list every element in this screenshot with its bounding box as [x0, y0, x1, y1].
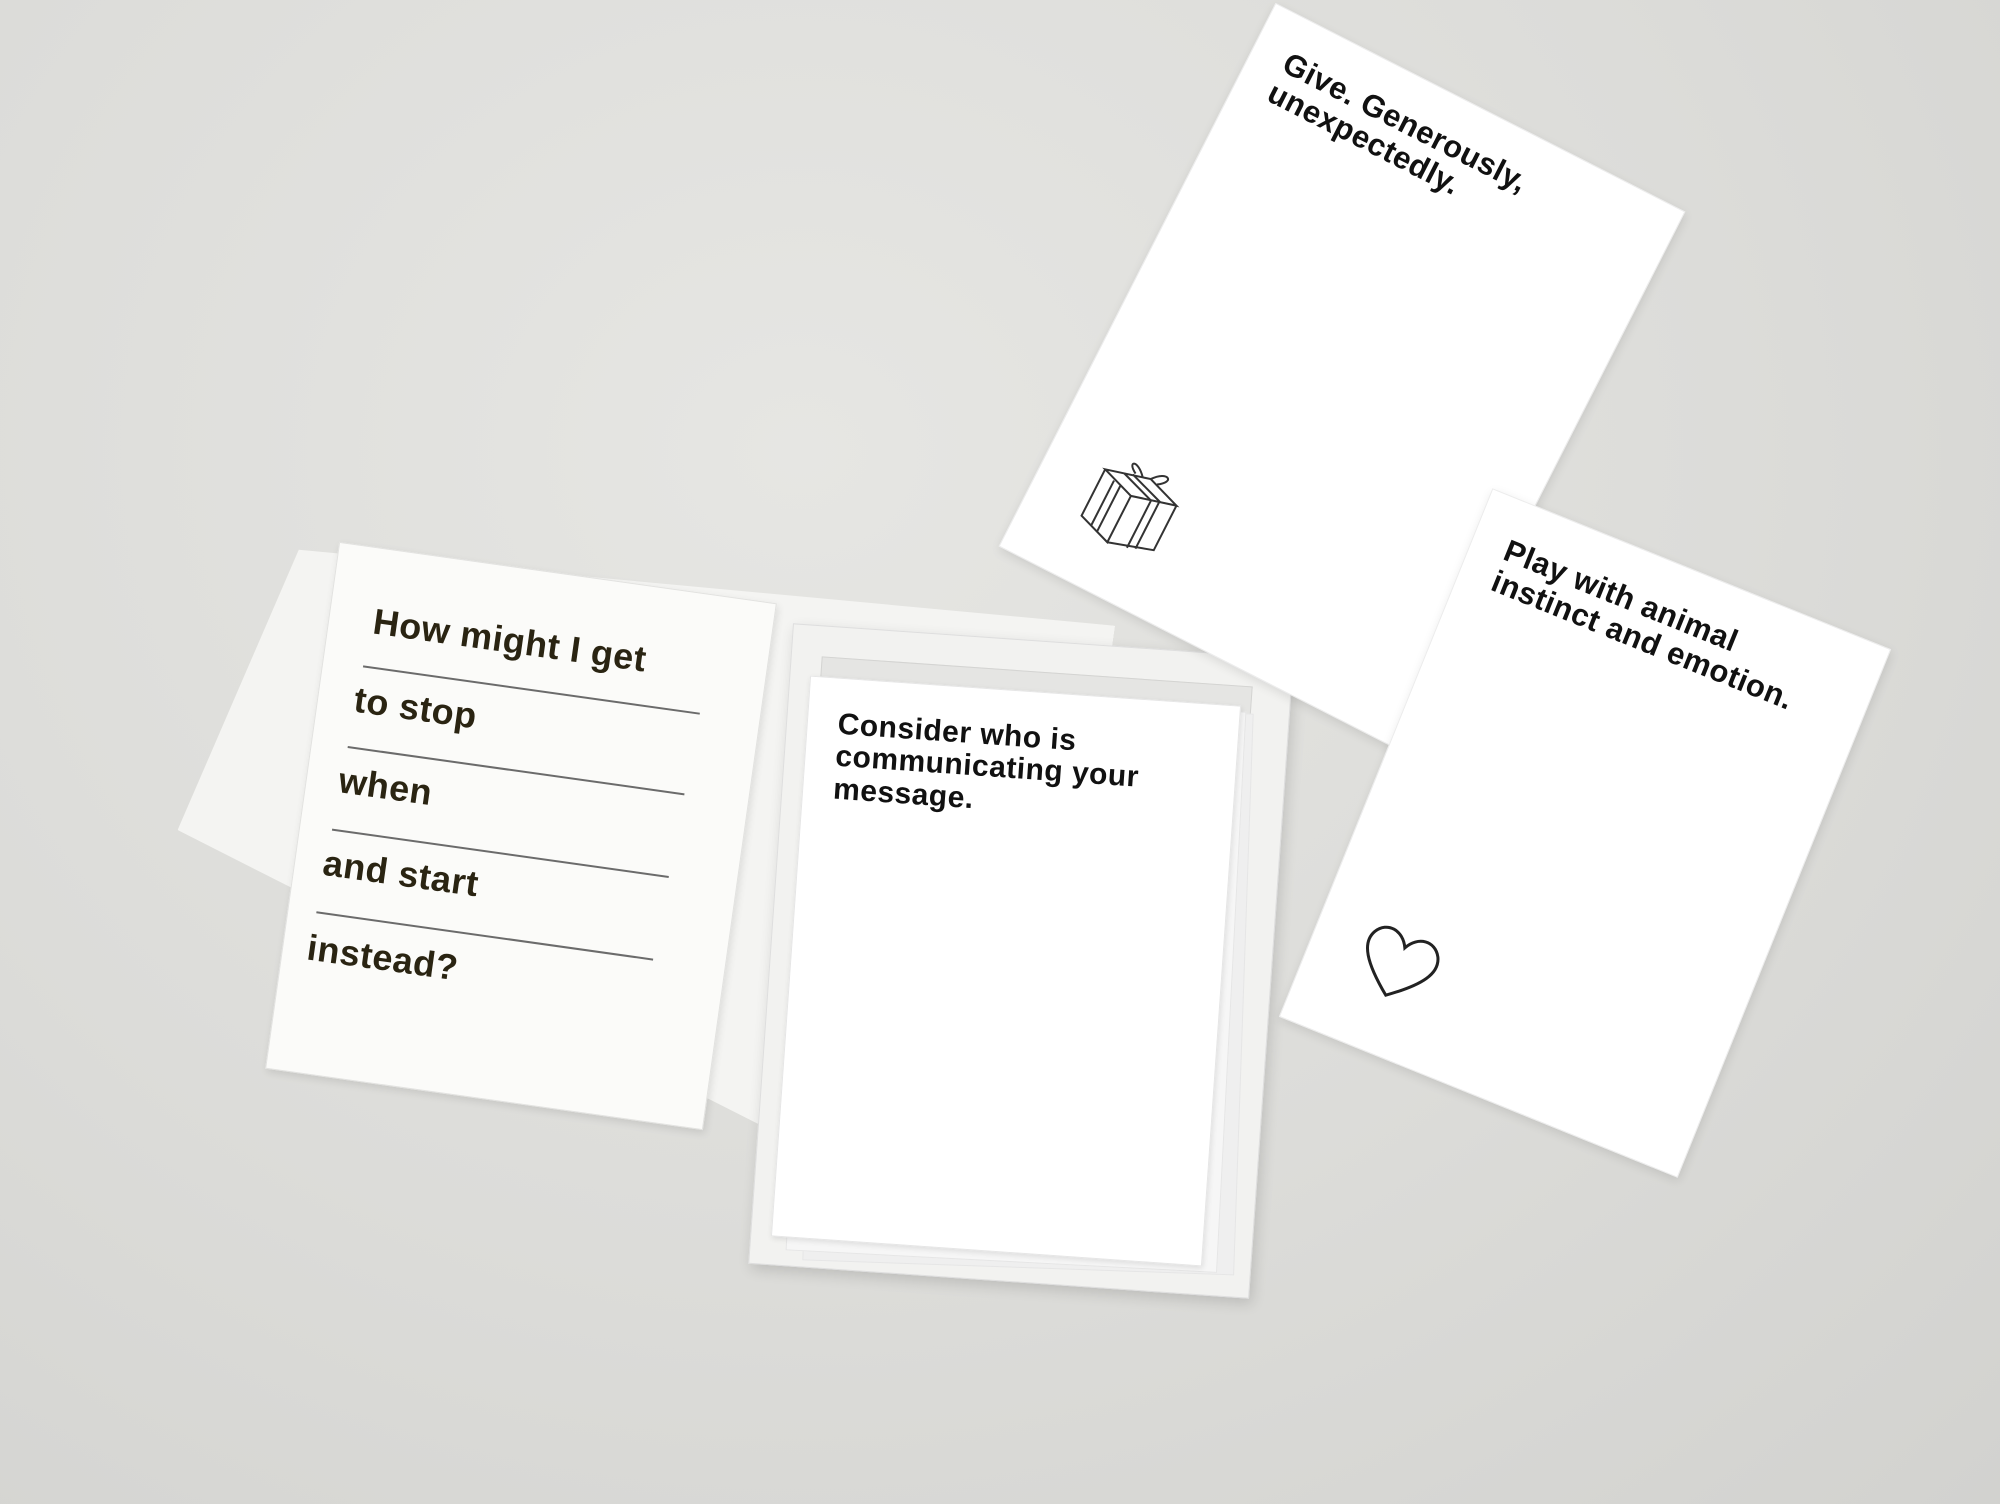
prompt-sheet: How might I get to stop when and start i…	[265, 541, 777, 1131]
play-card-text: Play with animal instinct and emotion.	[1486, 532, 1799, 718]
gift-box-icon	[1080, 462, 1180, 552]
deck-top-card-text: Consider who is communicating your messa…	[832, 707, 1141, 816]
prompt-line-1: How might I get	[370, 600, 650, 680]
prompt-line-3: when	[336, 759, 436, 814]
prompt-line-2: to stop	[351, 678, 480, 737]
deck-top-card: Consider who is communicating your messa…	[770, 675, 1242, 1267]
prompt-line-4: and start	[320, 841, 482, 905]
heart-icon	[1366, 925, 1440, 997]
gift-card-text: Give. Generously, unexpectedly.	[1262, 45, 1534, 203]
photo-scene: How might I get to stop when and start i…	[0, 0, 2000, 1504]
prompt-line-5: instead?	[304, 926, 461, 989]
